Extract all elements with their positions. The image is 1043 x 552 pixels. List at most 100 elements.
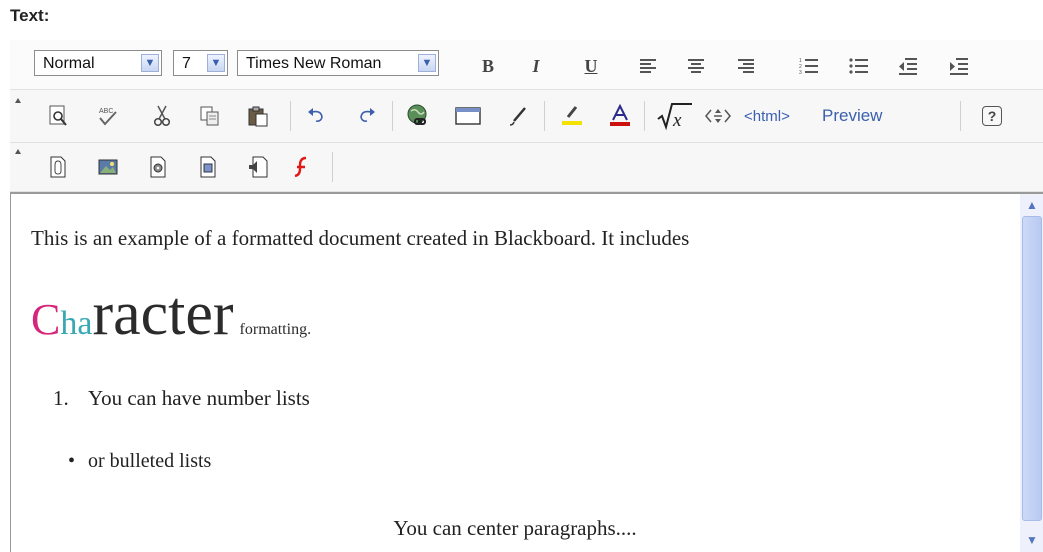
separator	[392, 101, 393, 131]
svg-text:3: 3	[799, 70, 802, 75]
size-select[interactable]: 7 ▼	[173, 50, 228, 76]
outdent-icon	[899, 58, 917, 75]
bulleted-list-item: or bulleted lists	[88, 450, 212, 472]
format-value: Normal	[43, 55, 95, 72]
bulleted-list: • or bulleted lists	[68, 450, 211, 473]
align-left-icon	[640, 59, 656, 73]
undo-button[interactable]	[303, 102, 331, 130]
underline-button[interactable]: U	[577, 52, 605, 80]
align-center-button[interactable]	[682, 52, 710, 80]
copy-button[interactable]	[196, 102, 224, 130]
find-button[interactable]	[44, 102, 72, 130]
redo-icon	[360, 108, 375, 122]
char-ha: ha	[60, 305, 93, 342]
insert-image-icon	[98, 159, 118, 175]
editor-area[interactable]: This is an example of a formatted docume…	[10, 192, 1043, 552]
vertical-scrollbar[interactable]: ▲ ▼	[1020, 194, 1043, 552]
dropdown-arrow-icon[interactable]: ▼	[207, 54, 225, 72]
italic-button[interactable]: I	[522, 52, 550, 80]
highlight-button[interactable]	[558, 102, 586, 130]
table-icon	[455, 107, 481, 125]
underline-icon: U	[584, 55, 598, 76]
link-icon	[407, 104, 427, 125]
scroll-down-icon[interactable]: ▼	[1022, 530, 1042, 550]
dropdown-arrow-icon[interactable]: ▼	[418, 54, 436, 72]
format-select[interactable]: Normal ▼	[34, 50, 162, 76]
tools-toolbar: ABC x <html> Preview ?	[10, 90, 1043, 143]
help-button[interactable]: ?	[978, 102, 1006, 130]
paste-icon	[248, 106, 268, 127]
html-label: <html>	[744, 107, 790, 125]
align-right-icon	[738, 59, 754, 73]
insert-audio-button[interactable]	[244, 153, 272, 181]
draw-button[interactable]	[505, 102, 533, 130]
spellcheck-icon: ABC	[99, 108, 117, 126]
bold-button[interactable]: B	[474, 52, 502, 80]
font-color-icon	[610, 104, 630, 126]
undo-icon	[308, 108, 323, 122]
dropdown-arrow-icon[interactable]: ▼	[141, 54, 159, 72]
html-button[interactable]: <html>	[744, 102, 816, 130]
unordered-list-icon	[849, 58, 868, 74]
indent-button[interactable]	[945, 52, 973, 80]
code-icon	[705, 109, 731, 123]
preview-button[interactable]: Preview	[822, 102, 908, 130]
insert-image-button[interactable]	[94, 153, 122, 181]
redo-button[interactable]	[352, 102, 380, 130]
paste-button[interactable]	[244, 102, 272, 130]
highlight-icon	[562, 106, 582, 125]
separator	[960, 101, 961, 131]
preview-label: Preview	[822, 106, 883, 125]
insert-media-button[interactable]	[144, 153, 172, 181]
table-button[interactable]	[454, 102, 482, 130]
intro-paragraph: This is an example of a formatted docume…	[31, 226, 690, 250]
equation-icon: x	[657, 103, 692, 131]
cut-icon	[153, 105, 171, 127]
indent-icon	[950, 58, 968, 75]
separator	[290, 101, 291, 131]
numbered-list-item: You can have number lists	[88, 386, 310, 410]
spellcheck-button[interactable]: ABC	[94, 102, 122, 130]
unordered-list-button[interactable]	[845, 52, 873, 80]
font-color-button[interactable]	[606, 102, 634, 130]
insert-flash-icon	[294, 156, 307, 178]
insert-doc-button[interactable]	[194, 153, 222, 181]
cut-button[interactable]	[148, 102, 176, 130]
scroll-up-icon[interactable]: ▲	[1022, 195, 1042, 215]
insert-file-button[interactable]	[44, 153, 72, 181]
align-right-button[interactable]	[732, 52, 760, 80]
ordered-list-button[interactable]: 123	[795, 52, 823, 80]
code-button[interactable]	[704, 102, 732, 130]
find-icon	[49, 105, 67, 126]
separator	[544, 101, 545, 131]
char-formatting: formatting.	[239, 321, 312, 338]
toolbar-grip[interactable]	[14, 96, 22, 136]
equation-button[interactable]: x	[656, 100, 694, 132]
toolbar-grip[interactable]	[14, 147, 22, 187]
bold-icon: B	[481, 55, 494, 76]
font-value: Times New Roman	[246, 55, 382, 72]
font-select[interactable]: Times New Roman ▼	[237, 50, 439, 76]
numbered-list: 1. You can have number lists	[53, 386, 310, 411]
insert-audio-icon	[249, 156, 268, 178]
draw-icon	[509, 107, 526, 126]
editor-content[interactable]: This is an example of a formatted docume…	[11, 194, 1019, 552]
size-value: 7	[182, 55, 191, 72]
char-racter: racter	[92, 280, 234, 348]
help-icon: ?	[982, 106, 1002, 126]
separator	[644, 101, 645, 131]
insert-file-icon	[50, 156, 66, 178]
link-button[interactable]	[404, 102, 432, 130]
italic-icon: I	[532, 55, 540, 76]
centered-paragraph: You can center paragraphs....	[393, 516, 637, 540]
insert-media-icon	[150, 156, 166, 178]
outdent-button[interactable]	[894, 52, 922, 80]
svg-text:x: x	[672, 110, 682, 131]
insert-flash-button[interactable]	[288, 153, 316, 181]
insert-doc-icon	[200, 156, 216, 178]
bullet-icon: •	[68, 450, 76, 472]
char-c: C	[31, 295, 61, 344]
scrollbar-thumb[interactable]	[1022, 216, 1042, 521]
list-number: 1.	[53, 386, 69, 410]
align-left-button[interactable]	[634, 52, 662, 80]
